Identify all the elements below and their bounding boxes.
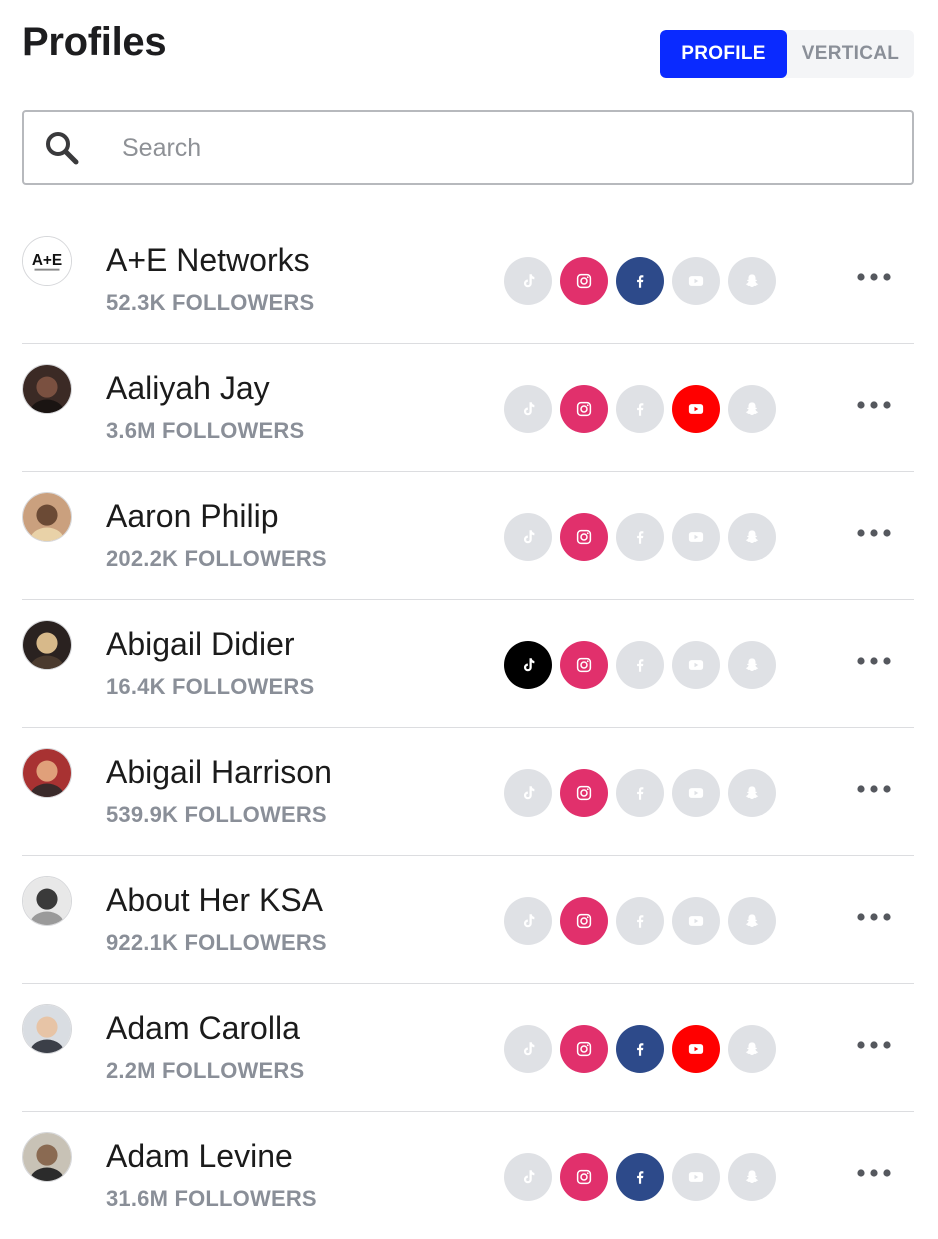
social-networks	[504, 641, 776, 689]
profile-row[interactable]: About Her KSA 922.1K FOLLOWERS	[22, 856, 914, 984]
snapchat-icon[interactable]	[728, 897, 776, 945]
social-networks	[504, 1025, 776, 1073]
followers-count: 539.9K FOLLOWERS	[106, 802, 327, 827]
facebook-icon[interactable]	[616, 1153, 664, 1201]
facebook-icon[interactable]	[616, 769, 664, 817]
instagram-icon[interactable]	[560, 641, 608, 689]
photo-avatar	[22, 1004, 72, 1054]
youtube-icon[interactable]	[672, 257, 720, 305]
tiktok-icon[interactable]	[504, 769, 552, 817]
profile-name[interactable]: Aaron Philip	[106, 498, 279, 535]
snapchat-icon[interactable]	[728, 257, 776, 305]
youtube-icon[interactable]	[672, 641, 720, 689]
more-options-icon[interactable]	[854, 518, 894, 548]
profile-name[interactable]: Aaliyah Jay	[106, 370, 270, 407]
facebook-icon[interactable]	[616, 385, 664, 433]
profile-row[interactable]: Aaliyah Jay 3.6M FOLLOWERS	[22, 344, 914, 472]
profile-row[interactable]: A+E A+E Networks 52.3K FOLLOWERS	[22, 216, 914, 344]
more-options-icon[interactable]	[854, 646, 894, 676]
social-networks	[504, 385, 776, 433]
tiktok-icon[interactable]	[504, 897, 552, 945]
youtube-icon[interactable]	[672, 897, 720, 945]
more-options-icon[interactable]	[854, 1030, 894, 1060]
facebook-icon[interactable]	[616, 641, 664, 689]
youtube-icon[interactable]	[672, 513, 720, 561]
tiktok-icon[interactable]	[504, 1025, 552, 1073]
instagram-icon[interactable]	[560, 257, 608, 305]
youtube-icon[interactable]	[672, 385, 720, 433]
instagram-icon[interactable]	[560, 513, 608, 561]
followers-count: 31.6M FOLLOWERS	[106, 1186, 317, 1211]
followers-count: 16.4K FOLLOWERS	[106, 674, 315, 699]
social-networks	[504, 513, 776, 561]
more-options-icon[interactable]	[854, 1158, 894, 1188]
search-box	[22, 110, 914, 185]
profile-row[interactable]: Aaron Philip 202.2K FOLLOWERS	[22, 472, 914, 600]
instagram-icon[interactable]	[560, 1025, 608, 1073]
tiktok-icon[interactable]	[504, 513, 552, 561]
more-options-icon[interactable]	[854, 390, 894, 420]
followers-count: 922.1K FOLLOWERS	[106, 930, 327, 955]
instagram-icon[interactable]	[560, 769, 608, 817]
photo-avatar	[22, 876, 72, 926]
social-networks	[504, 1153, 776, 1201]
snapchat-icon[interactable]	[728, 1025, 776, 1073]
followers-count: 2.2M FOLLOWERS	[106, 1058, 305, 1083]
search-icon	[42, 128, 82, 168]
logo-avatar: A+E	[22, 236, 72, 286]
facebook-icon[interactable]	[616, 257, 664, 305]
tiktok-icon[interactable]	[504, 257, 552, 305]
photo-avatar	[22, 1132, 72, 1182]
snapchat-icon[interactable]	[728, 641, 776, 689]
youtube-icon[interactable]	[672, 769, 720, 817]
tiktok-icon[interactable]	[504, 1153, 552, 1201]
more-options-icon[interactable]	[854, 262, 894, 292]
photo-avatar	[22, 364, 72, 414]
more-options-icon[interactable]	[854, 774, 894, 804]
snapchat-icon[interactable]	[728, 385, 776, 433]
photo-avatar	[22, 492, 72, 542]
page-header: Profiles PROFILE VERTICAL	[22, 18, 914, 80]
profile-row[interactable]: Abigail Harrison 539.9K FOLLOWERS	[22, 728, 914, 856]
photo-avatar	[22, 748, 72, 798]
followers-count: 202.2K FOLLOWERS	[106, 546, 327, 571]
profile-row[interactable]: Adam Levine 31.6M FOLLOWERS	[22, 1112, 914, 1239]
facebook-icon[interactable]	[616, 1025, 664, 1073]
tiktok-icon[interactable]	[504, 385, 552, 433]
social-networks	[504, 257, 776, 305]
page-title: Profiles	[22, 20, 167, 64]
youtube-icon[interactable]	[672, 1025, 720, 1073]
profile-row[interactable]: Abigail Didier 16.4K FOLLOWERS	[22, 600, 914, 728]
tiktok-icon[interactable]	[504, 641, 552, 689]
more-options-icon[interactable]	[854, 902, 894, 932]
snapchat-icon[interactable]	[728, 1153, 776, 1201]
instagram-icon[interactable]	[560, 385, 608, 433]
vertical-toggle-button[interactable]: VERTICAL	[787, 30, 914, 78]
view-toggle: PROFILE VERTICAL	[660, 30, 914, 78]
profile-toggle-button[interactable]: PROFILE	[660, 30, 787, 78]
profile-row[interactable]: Adam Carolla 2.2M FOLLOWERS	[22, 984, 914, 1112]
search-input[interactable]	[120, 124, 894, 172]
profile-name[interactable]: About Her KSA	[106, 882, 323, 919]
profile-name[interactable]: Abigail Didier	[106, 626, 295, 663]
snapchat-icon[interactable]	[728, 513, 776, 561]
profile-list: A+E A+E Networks 52.3K FOLLOWERS Aaliyah Ja…	[22, 216, 914, 1239]
followers-count: 52.3K FOLLOWERS	[106, 290, 315, 315]
profile-name[interactable]: A+E Networks	[106, 242, 310, 279]
profile-name[interactable]: Adam Carolla	[106, 1010, 300, 1047]
facebook-icon[interactable]	[616, 513, 664, 561]
logo-mark: A+E	[32, 252, 62, 269]
youtube-icon[interactable]	[672, 1153, 720, 1201]
photo-avatar	[22, 620, 72, 670]
instagram-icon[interactable]	[560, 1153, 608, 1201]
facebook-icon[interactable]	[616, 897, 664, 945]
profile-name[interactable]: Abigail Harrison	[106, 754, 332, 791]
instagram-icon[interactable]	[560, 897, 608, 945]
profile-name[interactable]: Adam Levine	[106, 1138, 293, 1175]
social-networks	[504, 897, 776, 945]
social-networks	[504, 769, 776, 817]
followers-count: 3.6M FOLLOWERS	[106, 418, 305, 443]
snapchat-icon[interactable]	[728, 769, 776, 817]
